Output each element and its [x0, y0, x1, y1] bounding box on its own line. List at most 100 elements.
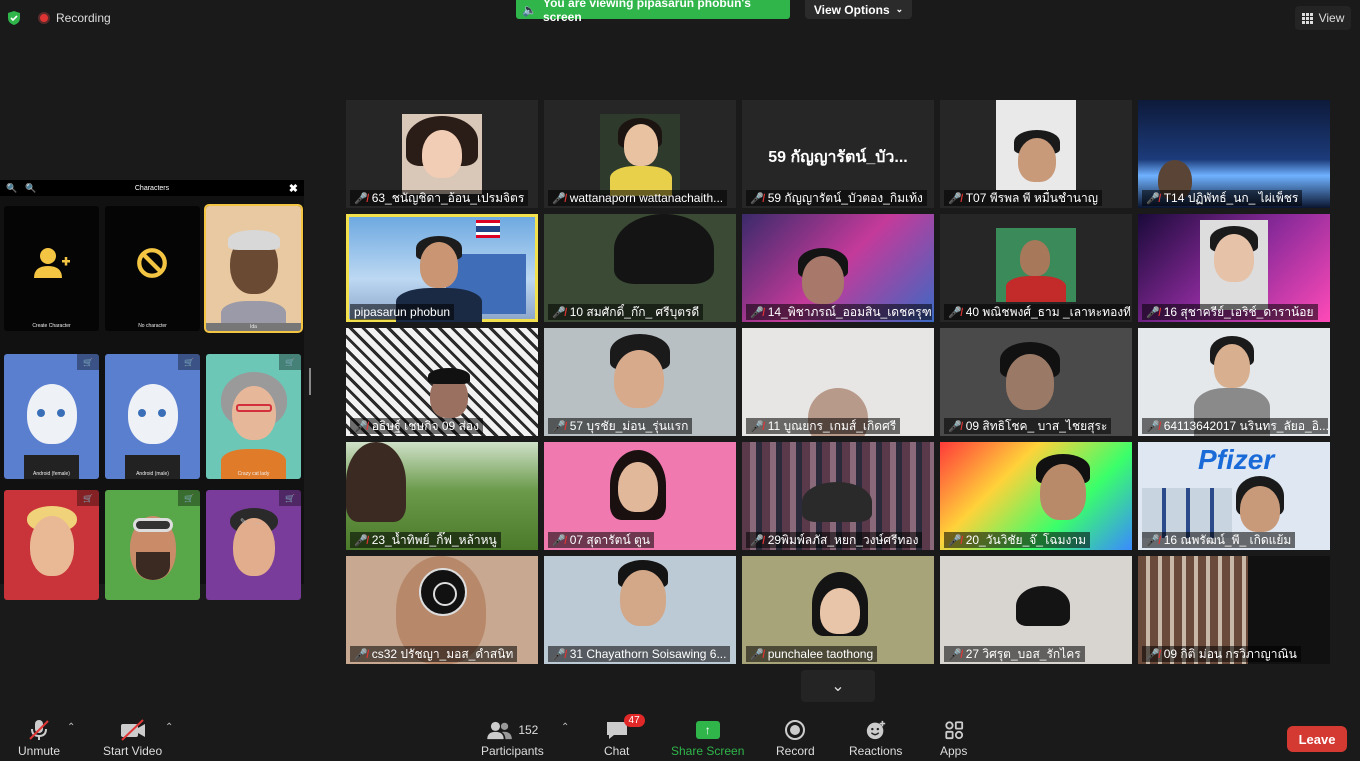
participant-tile[interactable]: 🎤̸ 10 สมศักดิ์_ก๊ก_ ศรีบุตรดี	[544, 214, 736, 322]
video-face	[1214, 234, 1254, 282]
reactions-icon-wrap	[865, 716, 887, 744]
participant-tile[interactable]: 🎤̸ 23_น้ำทิพย์_กิ๊ฟ_หล้าหนู	[346, 442, 538, 550]
participant-tile[interactable]: 🎤̸ T07 พีรพล พี หมื่นชำนาญ	[940, 100, 1132, 208]
record-button[interactable]: Record	[776, 716, 815, 758]
cart-icon[interactable]: 🛒	[77, 354, 99, 370]
participant-tile-active-speaker[interactable]: pipasarun phobun	[346, 214, 538, 322]
share-screen-label: Share Screen	[671, 744, 745, 758]
participant-tile[interactable]: 🎤̸ 63_ชนัญชิดา_อ้อน_เปรมจิตร	[346, 100, 538, 208]
view-button[interactable]: View	[1295, 6, 1351, 30]
participant-name: 🎤̸ 64113642017 นรินทร_ลัยอ_อิ...	[1142, 418, 1328, 434]
apps-button[interactable]: Apps	[940, 716, 967, 758]
muted-mic-icon: 🎤̸	[948, 420, 962, 433]
muted-mic-icon: 🎤̸	[552, 420, 566, 433]
character-avatar	[127, 384, 178, 444]
participant-tile[interactable]: 🎤̸ 27 วิศรุต_บอส_รักไคร	[940, 556, 1132, 664]
participant-tile[interactable]: 🎤̸ T14 ปฏิพัทธ์_นก_ ไผ่เพ็ชร	[1138, 100, 1330, 208]
cart-icon[interactable]: 🛒	[77, 490, 99, 506]
participant-tile[interactable]: 🎤̸ 09 กิติ ม่อน กรวิภาญาณิน	[1138, 556, 1330, 664]
participant-tile[interactable]: Pfizer 🎤̸ 16 ณพรัฒน์_พี_ เกิดแย้ม	[1138, 442, 1330, 550]
character-avatar	[26, 384, 77, 444]
character-card-crazy-cat-lady[interactable]: 🛒 Crazy cat lady	[206, 354, 301, 479]
participant-tile[interactable]: 🎤̸ 11 บูณยกร_เกมส์_เกิดศรี	[742, 328, 934, 436]
participant-name: 🎤̸ T07 พีรพล พี หมื่นชำนาญ	[944, 190, 1102, 206]
participant-tile[interactable]: 🎤̸ 16 สุชาครีย์_เอริช์_ดาราน้อย	[1138, 214, 1330, 322]
share-screen-icon: ↑	[695, 721, 720, 739]
participant-name: 🎤̸ 16 สุชาครีย์_เอริช์_ดาราน้อย	[1142, 304, 1318, 320]
muted-mic-icon: 🎤̸	[1146, 306, 1160, 319]
participant-name: 🎤̸ 16 ณพรัฒน์_พี_ เกิดแย้ม	[1142, 532, 1296, 548]
character-hair	[227, 230, 280, 250]
video-hair	[1016, 586, 1070, 626]
participants-button[interactable]: 152 Participants	[481, 716, 544, 758]
video-hair	[346, 442, 406, 522]
cart-icon[interactable]: 🛒	[178, 490, 200, 506]
muted-mic-icon: 🎤̸	[552, 192, 566, 205]
next-page-chevron-down-icon[interactable]: ⌄	[801, 670, 875, 702]
edit-pencil-icon[interactable]: ✎	[240, 517, 247, 526]
participant-tile[interactable]: 🎤̸ 57 บุรชัย_ม่อน_รุ่นแรก	[544, 328, 736, 436]
participant-tile[interactable]: 🎤̸ 09 สิทธิโชค_ บาส_ไชยสุระ	[940, 328, 1132, 436]
viewing-screen-banner: 🔈 You are viewing pipasarun phobun's scr…	[516, 0, 790, 24]
character-card-dark-hair-man[interactable]: 🛒	[206, 490, 301, 600]
participant-tile[interactable]: 🎤̸ punchalee taothong	[742, 556, 934, 664]
muted-mic-icon: 🎤̸	[1146, 192, 1160, 205]
leave-button[interactable]: Leave	[1287, 726, 1347, 752]
security-shield-icon[interactable]	[6, 10, 22, 26]
participant-name: 🎤̸ 09 กิติ ม่อน กรวิภาญาณิน	[1142, 646, 1301, 662]
cart-icon[interactable]: 🛒	[279, 354, 301, 370]
participants-icon	[487, 721, 513, 740]
video-options-caret-icon[interactable]: ⌃	[165, 722, 173, 733]
participant-tile[interactable]: 🎤̸ 14_พิชาภรณ์_ออมสิน_เดชครุฑ	[742, 214, 934, 322]
character-card-none[interactable]: No character	[105, 206, 200, 331]
participant-tile[interactable]: 🎤̸ 31 Chayathorn Soisawing 6...	[544, 556, 736, 664]
participant-name: 🎤̸ punchalee taothong	[746, 646, 878, 662]
reactions-icon	[866, 720, 885, 740]
video-face	[420, 242, 458, 288]
character-card-ida[interactable]: Ida	[204, 204, 303, 333]
chat-button[interactable]: 47 Chat	[604, 714, 645, 758]
video-hair	[428, 368, 470, 384]
participant-tile[interactable]: 🎤̸ cs32 ปรัชญา_มอส_ดำสนิท	[346, 556, 538, 664]
muted-mic-icon: 🎤̸	[552, 648, 566, 661]
character-card-create[interactable]: Create Character	[4, 206, 99, 331]
participant-tile[interactable]: 🎤̸ 29พิมพ์ลภัส_หยก_วงษ์ศรีทอง	[742, 442, 934, 550]
no-character-icon	[137, 248, 167, 278]
character-label: Ida	[206, 323, 301, 331]
start-video-button[interactable]: Start Video	[103, 716, 162, 758]
video-face	[1020, 240, 1050, 276]
participants-options-caret-icon[interactable]: ⌃	[561, 722, 569, 733]
goggles-icon	[133, 518, 173, 532]
share-screen-button[interactable]: ↑ Share Screen	[671, 716, 744, 758]
apps-icon	[945, 721, 963, 740]
audio-options-caret-icon[interactable]: ⌃	[67, 722, 75, 733]
character-card-goggles-man[interactable]: 🛒	[105, 490, 200, 600]
participant-tile[interactable]: 🎤̸ 07 สุดารัตน์ ตูน	[544, 442, 736, 550]
start-video-label: Start Video	[103, 744, 163, 758]
more-options-icon[interactable]: …	[253, 517, 261, 526]
character-tools: ✎ …	[240, 517, 261, 526]
participant-tile[interactable]: 🎤̸ wattanaporn wattanachaith...	[544, 100, 736, 208]
character-beard	[136, 552, 170, 580]
participant-tile[interactable]: 🎤̸ 64113642017 นรินทร_ลัยอ_อิ...	[1138, 328, 1330, 436]
view-options-button[interactable]: View Options ⌄	[805, 0, 912, 19]
recording-indicator[interactable]: Recording	[38, 11, 111, 25]
character-avatar	[231, 386, 276, 440]
pfizer-logo-text: Pfizer	[1198, 444, 1275, 475]
panel-resize-handle[interactable]	[309, 368, 311, 395]
participant-name: 🎤̸ 57 บุรชัย_ม่อน_รุ่นแรก	[548, 418, 693, 434]
cart-icon[interactable]: 🛒	[279, 490, 301, 506]
character-card-blonde-man[interactable]: 🛒	[4, 490, 99, 600]
character-card-android-male[interactable]: 🛒 Android (male)	[105, 354, 200, 479]
unmute-button[interactable]: Unmute	[18, 716, 60, 758]
participant-tile[interactable]: 59 กัญญารัตน์_บัว... 🎤̸ 59 กัญญารัตน์_บัว…	[742, 100, 934, 208]
muted-mic-icon: 🎤̸	[552, 534, 566, 547]
character-card-android-female[interactable]: 🛒 Android (female)	[4, 354, 99, 479]
participant-tile[interactable]: 🎤̸ 40 พณิชพงศ์_ธาม _เลาหะทองที...	[940, 214, 1132, 322]
reactions-button[interactable]: Reactions	[849, 716, 902, 758]
participant-tile[interactable]: 🎤̸ 20_วันวิชัย_จ๊_โฉมงาม	[940, 442, 1132, 550]
cart-icon[interactable]: 🛒	[178, 354, 200, 370]
video-hair	[614, 214, 714, 284]
participant-tile[interactable]: 🎤̸ อธิษฐ์ เชษกิจ 09 ส่อง	[346, 328, 538, 436]
speaker-icon: 🔈	[522, 2, 537, 17]
